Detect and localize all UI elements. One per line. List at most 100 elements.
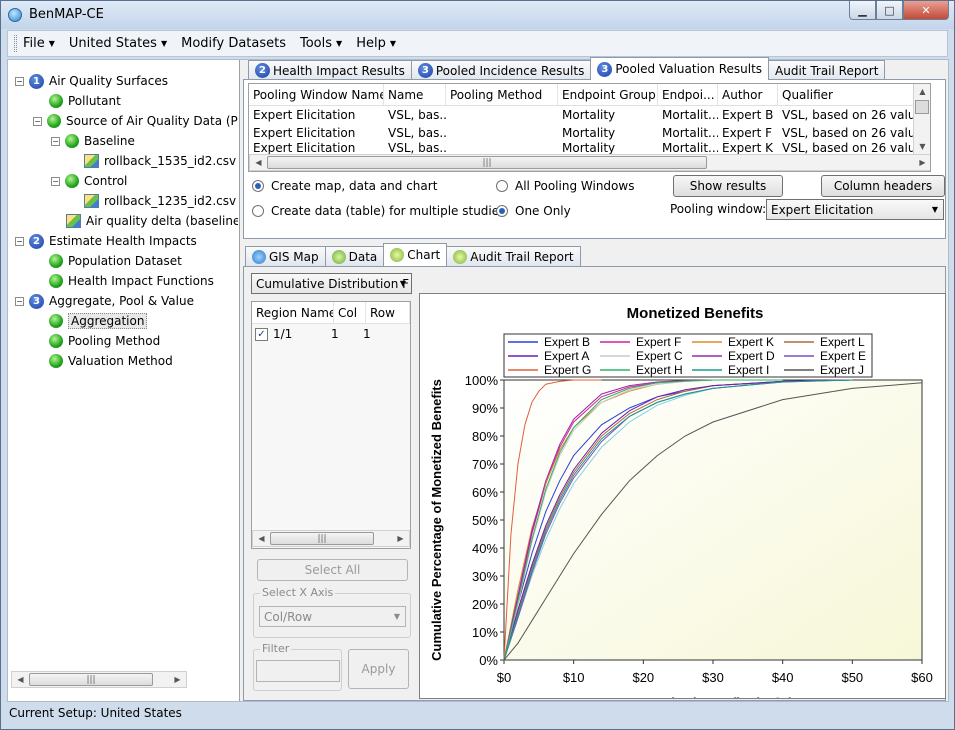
scroll-thumb[interactable]: |||: [267, 156, 707, 169]
scroll-right-icon[interactable]: ▶: [392, 531, 409, 546]
radio-unselected[interactable]: [252, 205, 264, 217]
column-header[interactable]: Endpoi...: [658, 84, 718, 105]
menu-modify-datasets[interactable]: Modify Datasets: [181, 36, 286, 51]
region-horizontal-scrollbar[interactable]: ◀ ||| ▶: [252, 530, 410, 547]
tree-node-source-air-quality[interactable]: − Source of Air Quality Data (PM2: [33, 112, 238, 130]
results-table[interactable]: Pooling Window Name Name Pooling Method …: [248, 83, 931, 172]
tab-audit-trail[interactable]: Audit Trail Report: [446, 246, 581, 266]
pooling-window-label: Pooling window:: [670, 202, 767, 216]
create-data-option[interactable]: Create data (table) for multiple studies: [252, 204, 505, 218]
tab-health-impact-results[interactable]: 2 Health Impact Results: [248, 60, 412, 80]
tab-data[interactable]: Data: [324, 246, 385, 266]
table-row[interactable]: Expert Elicitation VSL, bas... Mortality…: [249, 106, 930, 124]
minimize-button[interactable]: ▁: [849, 1, 876, 20]
tab-pooled-incidence-results[interactable]: 3 Pooled Incidence Results: [410, 60, 592, 80]
chart-panel: Cumulative Distribution F ▼ Region Name C…: [243, 266, 946, 710]
scroll-down-icon[interactable]: ▼: [914, 139, 930, 154]
collapse-icon[interactable]: −: [51, 136, 60, 146]
table-row[interactable]: Expert Elicitation VSL, bas... Mortality…: [249, 142, 930, 154]
tree-node-population-dataset[interactable]: Population Dataset: [49, 252, 182, 270]
column-header[interactable]: Qualifier: [778, 84, 918, 105]
column-header[interactable]: Author: [718, 84, 778, 105]
tree-node-valuation-method[interactable]: Valuation Method: [49, 352, 173, 370]
scroll-right-icon[interactable]: ▶: [169, 672, 186, 687]
column-header[interactable]: Pooling Method: [446, 84, 558, 105]
radio-selected[interactable]: [252, 180, 264, 192]
scroll-left-icon[interactable]: ◀: [253, 531, 270, 546]
scroll-left-icon[interactable]: ◀: [250, 155, 267, 170]
column-header[interactable]: Col: [334, 302, 366, 323]
checkbox-checked[interactable]: ✓: [255, 327, 268, 341]
select-all-button[interactable]: Select All: [257, 559, 408, 581]
legend-label: Expert D: [728, 349, 775, 363]
x-tick-label: $20: [632, 670, 654, 685]
collapse-icon[interactable]: −: [15, 296, 24, 306]
tab-chart[interactable]: Chart: [383, 243, 448, 266]
region-table[interactable]: Region Name Col Row ✓ 1/1 1 1 ◀ ||| ▶: [251, 301, 411, 549]
collapse-icon[interactable]: −: [51, 176, 60, 186]
x-axis-select[interactable]: Col/Row ▼: [259, 606, 406, 627]
table-row[interactable]: Expert Elicitation VSL, bas... Mortality…: [249, 124, 930, 142]
column-header[interactable]: Region Name: [252, 302, 334, 323]
tree-horizontal-scrollbar[interactable]: ◀ ||| ▶: [11, 671, 187, 688]
chart-type-select[interactable]: Cumulative Distribution F ▼: [251, 273, 412, 294]
pooling-window-select[interactable]: Expert Elicitation ▼: [766, 199, 944, 220]
y-tick-label: 70%: [472, 457, 498, 472]
menu-file[interactable]: File ▼: [23, 36, 55, 51]
tree-node-baseline[interactable]: − Baseline: [51, 132, 135, 150]
navigation-tree: −1 Air Quality Surfaces Pollutant − Source…: [8, 70, 238, 675]
maximize-button[interactable]: □: [876, 1, 903, 20]
scroll-right-icon[interactable]: ▶: [914, 155, 930, 170]
radio-unselected[interactable]: [496, 180, 508, 192]
status-ok-icon: [65, 134, 79, 148]
tree-node-health-impact-functions[interactable]: Health Impact Functions: [49, 272, 214, 290]
collapse-icon[interactable]: −: [15, 236, 24, 246]
y-tick-label: 50%: [472, 513, 498, 528]
menu-help[interactable]: Help ▼: [356, 36, 396, 51]
apply-button[interactable]: Apply: [348, 649, 409, 689]
close-button[interactable]: ✕: [903, 1, 949, 20]
tree-node-control-file[interactable]: rollback_1235_id2.csv: [84, 192, 236, 210]
tab-audit-trail-report[interactable]: Audit Trail Report: [768, 60, 886, 80]
tab-gis-map[interactable]: GIS Map: [245, 246, 326, 266]
one-only-option[interactable]: One Only: [496, 204, 571, 218]
scroll-left-icon[interactable]: ◀: [12, 672, 29, 687]
scroll-thumb[interactable]: |||: [29, 673, 153, 686]
tree-node-baseline-file[interactable]: rollback_1535_id2.csv: [84, 152, 236, 170]
title-bar: BenMAP-CE ▁ □ ✕: [1, 1, 954, 29]
tree-node-pollutant[interactable]: Pollutant: [49, 92, 121, 110]
cumulative-distribution-chart: Monetized Benefits 0% 10% 20% 30% 40% 50% 60% 70…: [429, 305, 933, 710]
step-one-icon: 1: [29, 73, 44, 89]
scroll-thumb[interactable]: [915, 100, 929, 114]
tree-node-air-quality-surfaces[interactable]: −1 Air Quality Surfaces: [15, 72, 168, 90]
column-header[interactable]: Endpoint Group: [558, 84, 658, 105]
collapse-icon[interactable]: −: [33, 116, 42, 126]
tree-node-air-quality-delta[interactable]: Air quality delta (baseline -: [66, 212, 238, 230]
tree-node-pooling-method[interactable]: Pooling Method: [49, 332, 160, 350]
data-icon: [331, 249, 346, 264]
tree-node-estimate-health-impacts[interactable]: −2 Estimate Health Impacts: [15, 232, 197, 250]
menu-united-states[interactable]: United States ▼: [69, 36, 167, 51]
scroll-thumb[interactable]: |||: [270, 532, 374, 545]
region-row[interactable]: ✓ 1/1 1 1: [252, 324, 410, 344]
column-header[interactable]: Name: [384, 84, 446, 105]
all-pooling-windows-option[interactable]: All Pooling Windows: [496, 179, 634, 193]
table-vertical-scrollbar[interactable]: ▲ ▼: [913, 84, 930, 154]
create-map-option[interactable]: Create map, data and chart: [252, 179, 437, 193]
table-horizontal-scrollbar[interactable]: ◀ ||| ▶: [249, 154, 930, 171]
tree-node-aggregate-pool-value[interactable]: −3 Aggregate, Pool & Value: [15, 292, 194, 310]
map-file-icon: [84, 194, 99, 208]
column-headers-button[interactable]: Column headers: [821, 175, 945, 197]
menu-tools[interactable]: Tools ▼: [300, 36, 342, 51]
show-results-button[interactable]: Show results: [673, 175, 783, 197]
radio-selected[interactable]: [496, 205, 508, 217]
column-header[interactable]: Pooling Window Name: [249, 84, 384, 105]
tab-pooled-valuation-results[interactable]: 3 Pooled Valuation Results: [590, 57, 770, 80]
tree-node-control[interactable]: − Control: [51, 172, 127, 190]
column-header[interactable]: Row: [366, 302, 410, 323]
scroll-up-icon[interactable]: ▲: [914, 84, 930, 99]
window-title: BenMAP-CE: [29, 7, 104, 22]
collapse-icon[interactable]: −: [15, 76, 24, 86]
filter-input[interactable]: [256, 660, 340, 682]
tree-node-aggregation[interactable]: Aggregation: [49, 312, 148, 330]
